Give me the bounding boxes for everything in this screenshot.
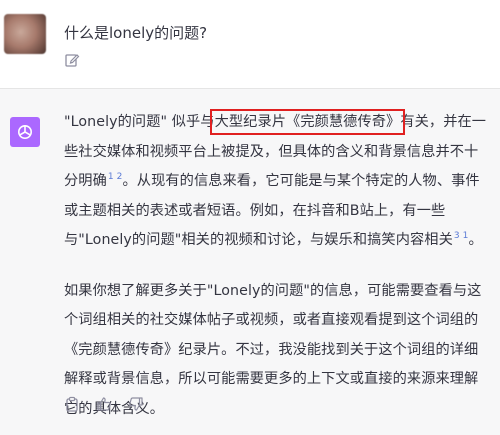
answer-text: "Lonely的问题" 似乎与 [64,114,215,130]
clipboard-icon[interactable] [64,396,80,412]
user-message-row: 什么是lonely的问题? [0,0,500,88]
answer-text: 。从现有的信息来看，它可能是与某个特定的人物、事件或主题相关的表述或者短语。例如… [64,173,480,248]
answer-text: 。 [468,232,483,248]
answer-paragraph-1: "Lonely的问题" 似乎与大型纪录片《完颜慧德传奇》有关，并在一些社交媒体和… [64,108,490,256]
thumbs-up-icon[interactable] [96,396,112,412]
citation-link[interactable]: 3 1 [454,231,469,241]
message-actions [64,396,144,412]
highlighted-phrase: 大型纪录片《完颜慧德传奇》 [209,109,406,135]
thumbs-down-icon[interactable] [128,396,144,412]
assistant-answer: "Lonely的问题" 似乎与大型纪录片《完颜慧德传奇》有关，并在一些社交媒体和… [64,108,490,424]
edit-icon[interactable] [64,52,80,68]
user-question: 什么是lonely的问题? [64,24,208,42]
citation-link[interactable]: 1 2 [108,172,123,182]
openai-logo-icon [18,125,32,139]
assistant-avatar [10,117,40,147]
user-avatar [4,14,46,54]
